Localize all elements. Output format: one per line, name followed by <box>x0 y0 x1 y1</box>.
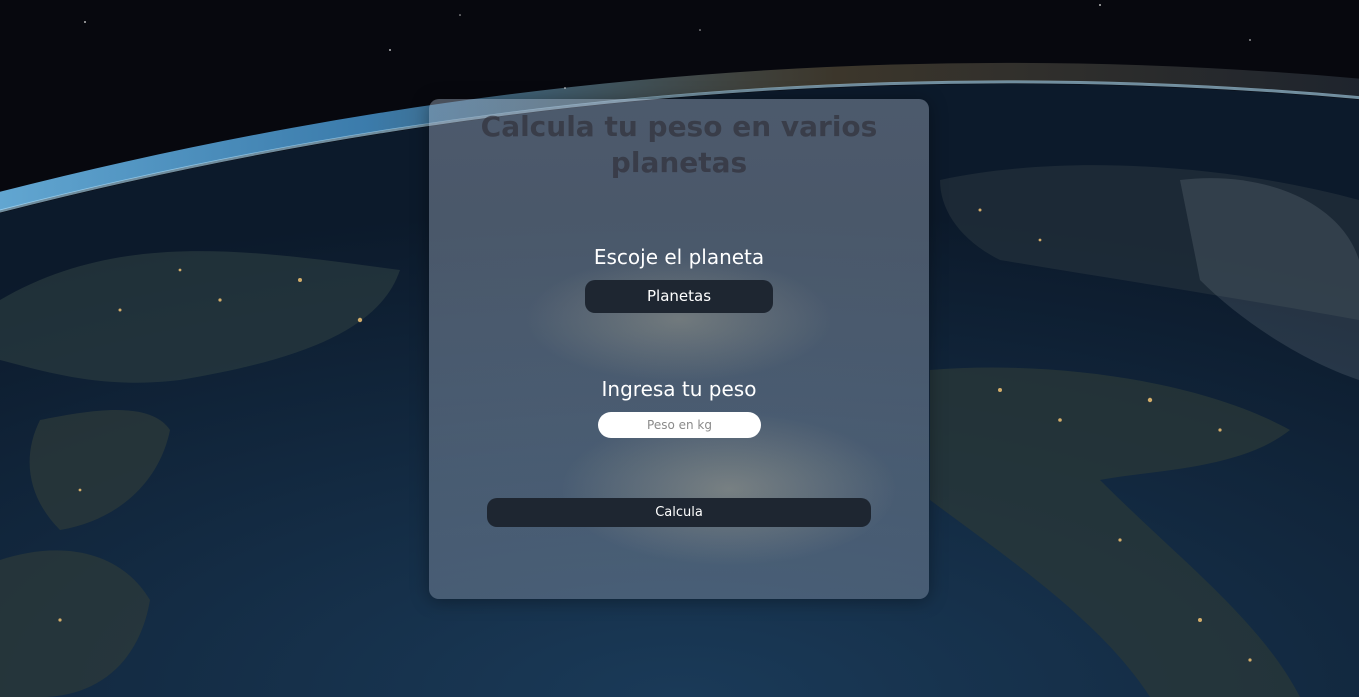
weight-input[interactable] <box>598 412 761 438</box>
weight-calculator-card: Calcula tu peso en varios planetas Escoj… <box>429 99 929 599</box>
planet-label: Escoje el planeta <box>593 245 765 269</box>
calculate-button[interactable]: Calcula <box>487 498 871 527</box>
planet-select[interactable]: Planetas <box>585 280 773 313</box>
weight-label: Ingresa tu peso <box>601 377 757 401</box>
page-title: Calcula tu peso en varios planetas <box>480 110 878 179</box>
